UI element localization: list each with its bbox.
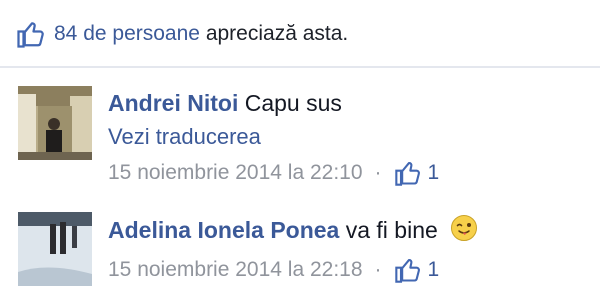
- comment-meta: 15 noiembrie 2014 la 22:18 · 1: [108, 255, 598, 285]
- separator: ·: [374, 258, 382, 281]
- likes-text: 84 de persoane apreciază asta.: [54, 22, 348, 46]
- comment-author[interactable]: Adelina Ionela Ponea: [108, 217, 339, 243]
- thumbs-up-icon[interactable]: [16, 19, 46, 49]
- wink-tongue-emoji-icon: [451, 215, 478, 241]
- likes-count-link[interactable]: 84 de persoane: [54, 22, 200, 45]
- comment-author[interactable]: Andrei Nitoi: [108, 90, 238, 116]
- thumbs-up-icon[interactable]: [394, 159, 422, 187]
- likes-rest-text: apreciază asta.: [205, 22, 349, 45]
- comment-timestamp[interactable]: 15 noiembrie 2014 la 22:18: [108, 255, 363, 285]
- comment-timestamp[interactable]: 15 noiembrie 2014 la 22:10: [108, 158, 363, 188]
- see-translation-link[interactable]: Vezi traducerea: [108, 122, 598, 152]
- avatar[interactable]: [18, 86, 92, 160]
- divider: [0, 66, 600, 68]
- comment-like-count[interactable]: 1: [428, 158, 440, 188]
- comment-like-count[interactable]: 1: [428, 255, 440, 285]
- thumbs-up-icon[interactable]: [394, 256, 422, 284]
- comment-text: va fi bine: [345, 217, 438, 243]
- avatar[interactable]: [18, 212, 92, 286]
- separator: ·: [374, 161, 382, 184]
- comment-meta: 15 noiembrie 2014 la 22:10 · 1: [108, 158, 598, 188]
- comment-text: Capu sus: [244, 90, 342, 116]
- likes-summary: 84 de persoane apreciază asta.: [16, 16, 348, 52]
